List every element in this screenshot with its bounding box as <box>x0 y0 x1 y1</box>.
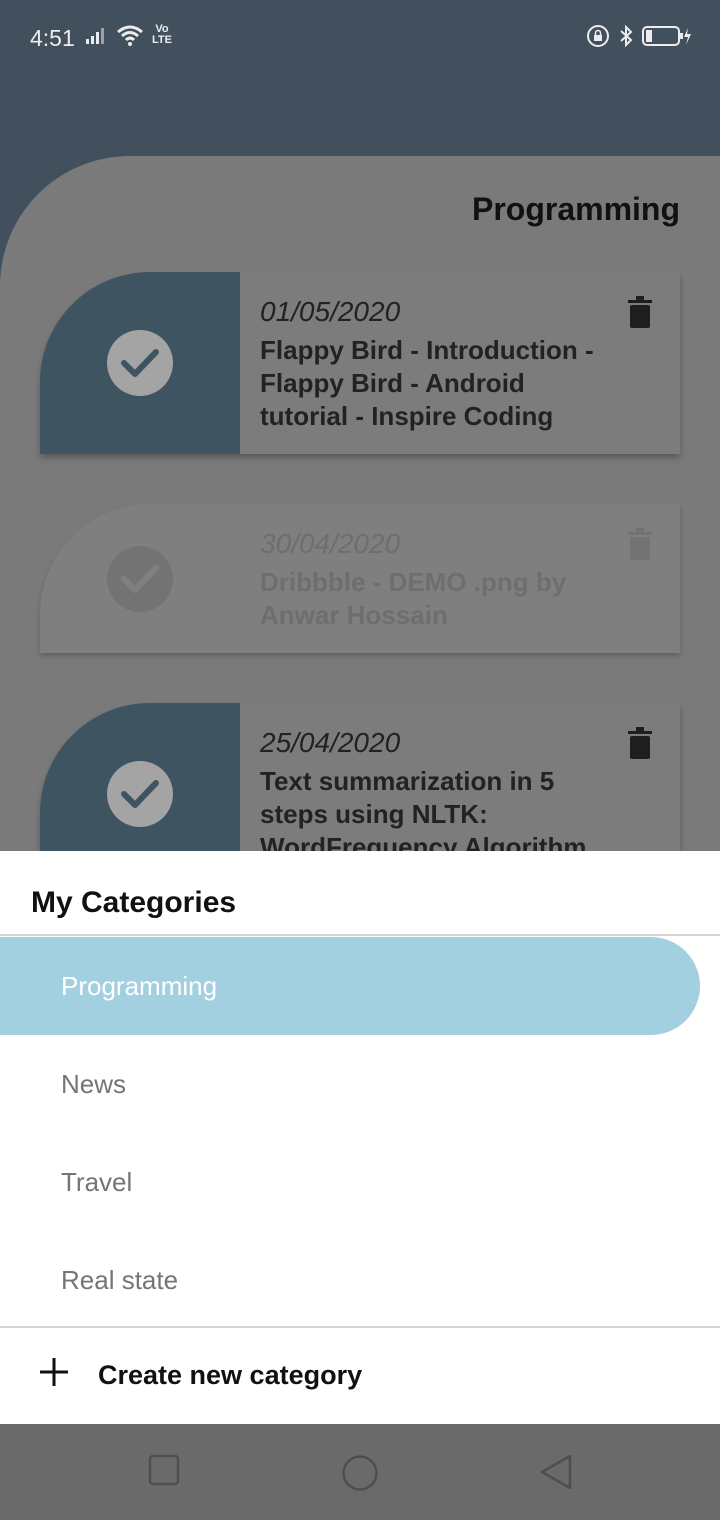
check-button[interactable] <box>107 761 173 827</box>
category-label: Programming <box>61 970 218 1001</box>
check-button[interactable] <box>107 546 173 612</box>
wifi-icon <box>117 25 143 46</box>
category-item-real-state[interactable]: Real state <box>0 1231 700 1329</box>
check-button[interactable] <box>107 330 173 396</box>
plus-icon <box>40 1358 68 1386</box>
category-item-programming[interactable]: Programming <box>0 937 700 1035</box>
trash-icon[interactable] <box>628 528 652 560</box>
card-title: Flappy Bird - Introduction - Flappy Bird… <box>260 335 594 431</box>
link-card[interactable]: 30/04/2020 Dribbble - DEMO .png by Anwar… <box>40 504 680 653</box>
trash-icon[interactable] <box>628 727 652 759</box>
signal-icon <box>86 28 104 44</box>
square-icon[interactable] <box>148 1454 180 1486</box>
battery-icon <box>642 26 691 46</box>
category-item-news[interactable]: News <box>0 1035 700 1133</box>
status-time: 4:51 <box>30 25 75 51</box>
category-item-travel[interactable]: Travel <box>0 1133 700 1231</box>
link-card[interactable]: 01/05/2020 Flappy Bird - Introduction - … <box>40 272 680 454</box>
card-title: Dribbble - DEMO .png by Anwar Hossain <box>260 567 567 630</box>
card-date: 25/04/2020 <box>260 727 401 758</box>
check-icon <box>121 349 159 377</box>
page-title: Programming <box>471 191 680 227</box>
create-category-button[interactable]: Create new category <box>0 1328 720 1424</box>
categories-sheet: My Categories Programming News Travel Re… <box>0 851 720 1424</box>
status-left-icons: Vo LTE <box>86 24 172 46</box>
check-icon <box>121 780 159 808</box>
card-date: 30/04/2020 <box>260 528 401 559</box>
status-bar: 4:51 Vo LTE <box>0 0 720 78</box>
volte-bottom: LTE <box>152 34 172 46</box>
trash-icon[interactable] <box>628 296 652 328</box>
rotation-lock-icon <box>587 25 609 47</box>
check-icon <box>121 565 159 593</box>
navigation-bar <box>0 1424 720 1520</box>
sheet-title: My Categories <box>31 886 237 919</box>
triangle-back-icon[interactable] <box>538 1454 574 1490</box>
bluetooth-icon <box>620 24 633 48</box>
status-right-icons <box>586 24 692 48</box>
create-category-label: Create new category <box>98 1360 363 1390</box>
volte-icon: Vo LTE <box>152 24 172 46</box>
card-date: 01/05/2020 <box>260 296 401 327</box>
circle-icon[interactable] <box>341 1454 379 1492</box>
category-label: Real state <box>61 1264 179 1295</box>
category-label: Travel <box>61 1166 133 1197</box>
category-label: News <box>61 1068 127 1099</box>
card-title: Text summarization in 5 steps using NLTK… <box>260 766 587 862</box>
divider <box>0 934 720 936</box>
